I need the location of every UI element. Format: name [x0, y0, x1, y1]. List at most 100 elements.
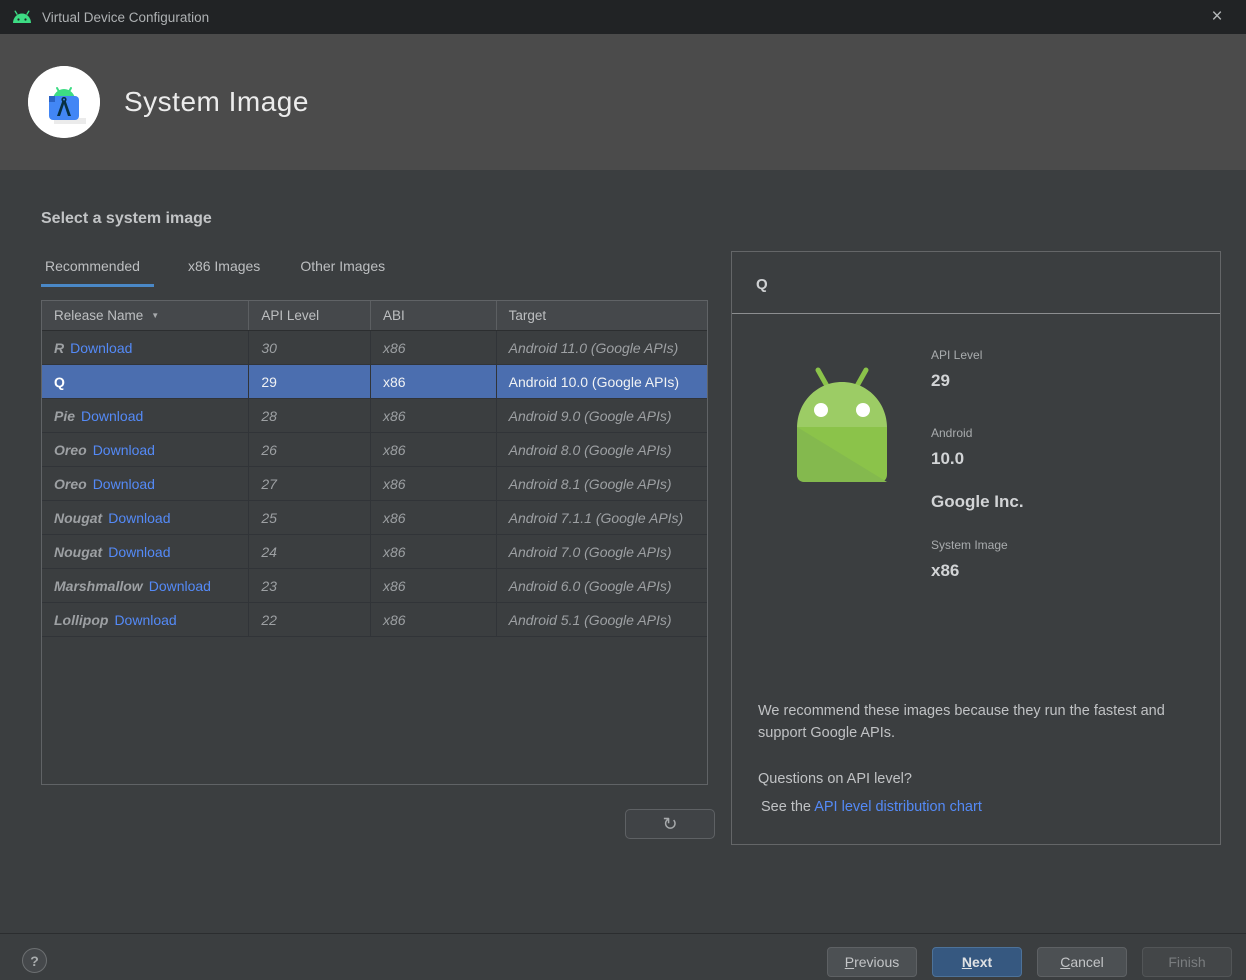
- details-title: Q: [756, 276, 768, 293]
- download-link[interactable]: Download: [93, 476, 155, 492]
- table-header: Release Name ▼ API Level ABI Target: [42, 301, 707, 331]
- column-header-target[interactable]: Target: [497, 301, 707, 330]
- api-level: 27: [261, 475, 277, 492]
- api-level: 26: [261, 441, 277, 458]
- table-row[interactable]: Nougat Download 24 x86 Android 7.0 (Googl…: [42, 535, 707, 569]
- download-link[interactable]: Download: [108, 510, 170, 526]
- page-title: System Image: [124, 86, 309, 117]
- spec-label: Android: [931, 426, 973, 440]
- see-prefix: See the: [761, 799, 815, 815]
- target: Android 10.0 (Google APIs): [508, 373, 680, 390]
- abi: x86: [383, 543, 406, 560]
- spec-value: 29: [931, 371, 950, 390]
- table-row[interactable]: R Download 30 x86 Android 11.0 (Google AP…: [42, 331, 707, 365]
- column-header-release-name[interactable]: Release Name ▼: [42, 301, 250, 330]
- release-name: Oreo: [54, 475, 87, 492]
- table-row[interactable]: Oreo Download 27 x86 Android 8.1 (Google …: [42, 467, 707, 501]
- android-studio-logo: [28, 66, 100, 138]
- table-row[interactable]: Nougat Download 25 x86 Android 7.1.1 (Goo…: [42, 501, 707, 535]
- spec-label: API Level: [931, 348, 983, 362]
- target: Android 8.1 (Google APIs): [508, 475, 672, 492]
- download-link[interactable]: Download: [149, 578, 211, 594]
- target: Android 9.0 (Google APIs): [508, 407, 672, 424]
- abi: x86: [383, 577, 406, 594]
- release-name: Pie: [54, 407, 76, 424]
- help-icon: ?: [30, 952, 39, 969]
- tab-x86-images[interactable]: x86 Images: [184, 258, 266, 287]
- api-level: 22: [261, 611, 277, 628]
- table-row-selected[interactable]: Q 29 x86 Android 10.0 (Google APIs): [42, 365, 707, 399]
- refresh-icon: ↻: [662, 814, 678, 834]
- download-link[interactable]: Download: [114, 612, 176, 628]
- content: Select a system image Recommended x86 Im…: [0, 170, 1246, 933]
- wizard-buttons: Previous Next Cancel Finish: [827, 947, 1232, 977]
- help-button[interactable]: ?: [22, 948, 47, 973]
- close-icon[interactable]: ×: [1200, 0, 1234, 34]
- table-row[interactable]: Pie Download 28 x86 Android 9.0 (Google A…: [42, 399, 707, 433]
- see-the-line: See the API level distribution chart: [761, 799, 982, 815]
- abi: x86: [383, 611, 406, 628]
- spec-android-version: Android 10.0: [931, 426, 972, 469]
- wizard-header: System Image: [0, 34, 1246, 170]
- table-row[interactable]: Lollipop Download 22 x86 Android 5.1 (Goo…: [42, 603, 707, 637]
- column-header-label: API Level: [261, 308, 320, 323]
- next-button[interactable]: Next: [932, 947, 1022, 977]
- release-name: Q: [54, 373, 65, 390]
- tab-bar: Recommended x86 Images Other Images: [41, 258, 421, 287]
- target: Android 7.0 (Google APIs): [508, 543, 672, 560]
- table-row[interactable]: Oreo Download 26 x86 Android 8.0 (Google …: [42, 433, 707, 467]
- abi: x86: [383, 441, 406, 458]
- cancel-button[interactable]: Cancel: [1037, 947, 1127, 977]
- abi: x86: [383, 339, 406, 356]
- api-level: 23: [261, 577, 277, 594]
- tab-other-images[interactable]: Other Images: [296, 258, 391, 287]
- download-link[interactable]: Download: [93, 442, 155, 458]
- section-heading: Select a system image: [41, 210, 212, 227]
- refresh-button[interactable]: ↻: [625, 809, 715, 839]
- spec-system-image: System Image x86: [931, 538, 1008, 581]
- column-header-label: Release Name: [54, 308, 144, 323]
- previous-button[interactable]: Previous: [827, 947, 917, 977]
- column-header-api-level[interactable]: API Level: [249, 301, 371, 330]
- title-bar: Virtual Device Configuration ×: [0, 0, 1246, 34]
- android-robot-image: [788, 364, 896, 489]
- download-link[interactable]: Download: [108, 544, 170, 560]
- download-link[interactable]: Download: [70, 340, 132, 356]
- target: Android 8.0 (Google APIs): [508, 441, 672, 458]
- finish-button: Finish: [1142, 947, 1232, 977]
- recommendation-text: We recommend these images because they r…: [758, 703, 1165, 742]
- details-panel: Q API Level 29 Android 10.0 Google Inc. …: [731, 251, 1221, 845]
- table-row[interactable]: Marshmallow Download 23 x86 Android 6.0 (…: [42, 569, 707, 603]
- spec-value: x86: [931, 561, 960, 580]
- window-title: Virtual Device Configuration: [42, 9, 210, 25]
- abi: x86: [383, 509, 406, 526]
- release-name: Nougat: [54, 543, 103, 560]
- footer: ? Previous Next Cancel Finish: [0, 934, 1246, 980]
- api-level: 28: [261, 407, 277, 424]
- abi: x86: [383, 407, 406, 424]
- download-link[interactable]: Download: [81, 408, 143, 424]
- target: Android 11.0 (Google APIs): [508, 339, 679, 356]
- column-header-abi[interactable]: ABI: [371, 301, 497, 330]
- column-header-label: Target: [508, 308, 547, 323]
- vendor-name: Google Inc.: [931, 492, 1024, 511]
- virtual-device-configuration-dialog: Virtual Device Configuration × System Im…: [0, 0, 1246, 980]
- api-distribution-chart-link[interactable]: API level distribution chart: [814, 799, 982, 815]
- abi: x86: [383, 373, 406, 390]
- tab-recommended[interactable]: Recommended: [41, 258, 154, 287]
- api-level-question: Questions on API level?: [758, 771, 912, 787]
- release-name: R: [54, 339, 65, 356]
- release-name: Oreo: [54, 441, 87, 458]
- sort-desc-icon: ▼: [151, 311, 160, 320]
- android-logo-icon: [12, 9, 32, 25]
- system-image-table: Release Name ▼ API Level ABI Target R Dow…: [41, 300, 708, 785]
- spec-api-level: API Level 29: [931, 348, 982, 391]
- spec-label: System Image: [931, 538, 1008, 552]
- api-level: 24: [261, 543, 277, 560]
- spec-vendor: Google Inc.: [931, 492, 1024, 512]
- target: Android 6.0 (Google APIs): [508, 577, 672, 594]
- target: Android 5.1 (Google APIs): [508, 611, 672, 628]
- details-divider: [732, 313, 1220, 314]
- spec-value: 10.0: [931, 449, 965, 468]
- api-level: 30: [261, 339, 277, 356]
